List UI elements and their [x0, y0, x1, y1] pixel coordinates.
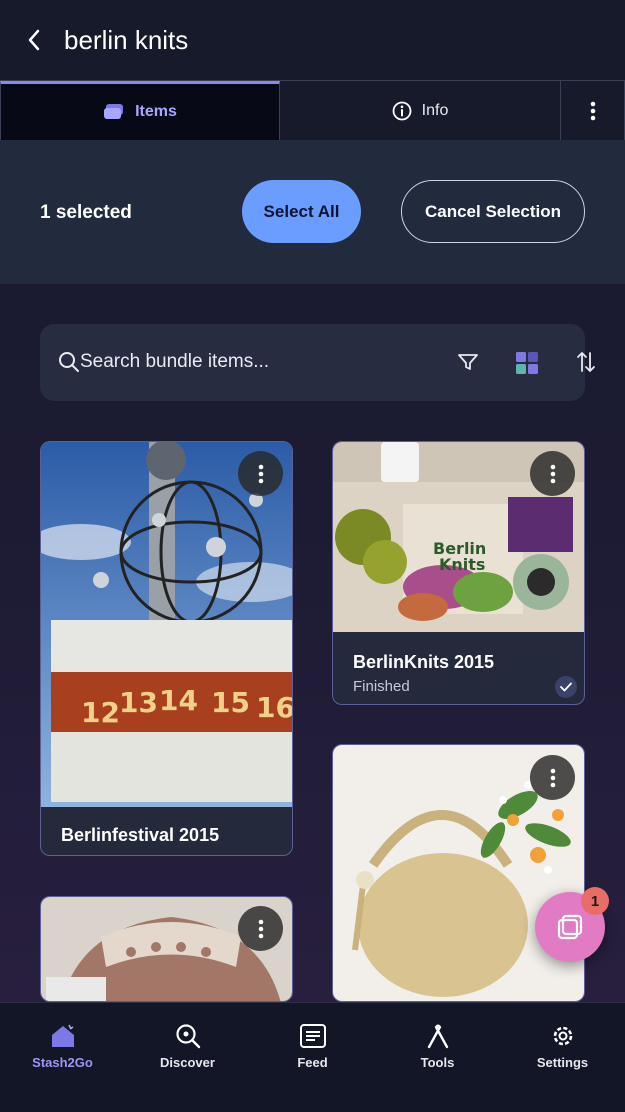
more-vertical-icon [550, 464, 555, 483]
tab-info[interactable]: Info [280, 81, 561, 141]
more-vertical-icon [258, 464, 263, 483]
nav-tools[interactable]: Tools [375, 1003, 500, 1112]
tab-items[interactable]: Items [0, 81, 280, 141]
more-options-button[interactable] [561, 81, 625, 141]
cancel-selection-button[interactable]: Cancel Selection [401, 180, 585, 243]
svg-text:16: 16 [256, 691, 293, 724]
stack-icon [104, 104, 124, 119]
nav-stash2go[interactable]: Stash2Go [0, 1003, 125, 1112]
svg-text:15: 15 [211, 686, 250, 719]
bundle-item-card[interactable]: 12 13 14 15 16 Berlinfestival 2015 [40, 441, 293, 856]
selected-count: 1 selected [40, 202, 132, 223]
nav-label: Feed [297, 1055, 328, 1070]
settings-icon [553, 1026, 572, 1046]
selection-bar: 1 selected Select All Cancel Selection [0, 140, 625, 284]
item-photo: 12 13 14 15 16 [41, 442, 293, 807]
back-button[interactable] [14, 20, 54, 60]
info-icon [392, 101, 412, 120]
filter-icon[interactable] [457, 352, 479, 372]
item-menu-button[interactable] [530, 451, 575, 496]
tools-icon [427, 1024, 448, 1049]
nav-label: Stash2Go [32, 1055, 93, 1070]
search-input[interactable] [80, 342, 380, 382]
item-menu-button[interactable] [530, 755, 575, 800]
svg-text:12: 12 [81, 696, 120, 729]
feed-icon [299, 1024, 326, 1048]
bottom-navigation: Stash2Go Discover Feed Tools Settings [0, 1002, 625, 1112]
home-icon [51, 1024, 74, 1047]
nav-label: Discover [160, 1055, 215, 1070]
select-all-button[interactable]: Select All [242, 180, 361, 243]
more-vertical-icon [590, 101, 595, 120]
item-title: Berlinfestival 2015 [61, 825, 220, 845]
bundle-item-card[interactable] [332, 744, 585, 1002]
item-menu-button[interactable] [238, 906, 283, 951]
item-menu-button[interactable] [238, 451, 283, 496]
tab-info-label: Info [421, 101, 449, 119]
nav-discover[interactable]: Discover [125, 1003, 250, 1112]
nav-label: Tools [420, 1055, 455, 1070]
nav-feed[interactable]: Feed [250, 1003, 375, 1112]
search-bar [40, 324, 595, 401]
search-icon [59, 352, 79, 372]
more-vertical-icon [550, 768, 555, 787]
item-title: BerlinKnits 2015 [353, 652, 495, 672]
bundle-item-card[interactable] [40, 896, 293, 1002]
grid-view-icon[interactable] [515, 351, 539, 375]
selected-check[interactable] [555, 676, 577, 698]
svg-text:Knits: Knits [439, 555, 485, 574]
tab-bar: Items Info [0, 80, 625, 141]
item-status: Finished [353, 678, 410, 695]
layers-icon [557, 914, 583, 940]
bundle-item-card[interactable]: Berlin Knits BerlinKnits 2015 Finished [332, 441, 585, 705]
nav-label: Settings [536, 1055, 589, 1070]
tab-items-label: Items [135, 103, 177, 120]
more-vertical-icon [258, 919, 263, 938]
selection-count-badge: 1 [581, 887, 609, 915]
nav-settings[interactable]: Settings [500, 1003, 625, 1112]
check-icon [560, 682, 572, 692]
discover-icon [175, 1024, 200, 1049]
sort-icon[interactable] [576, 350, 596, 374]
svg-text:13: 13 [119, 686, 158, 719]
app-header: berlin knits [0, 0, 625, 80]
chevron-left-icon [28, 29, 40, 51]
page-title: berlin knits [64, 24, 189, 55]
svg-text:14: 14 [159, 684, 198, 717]
